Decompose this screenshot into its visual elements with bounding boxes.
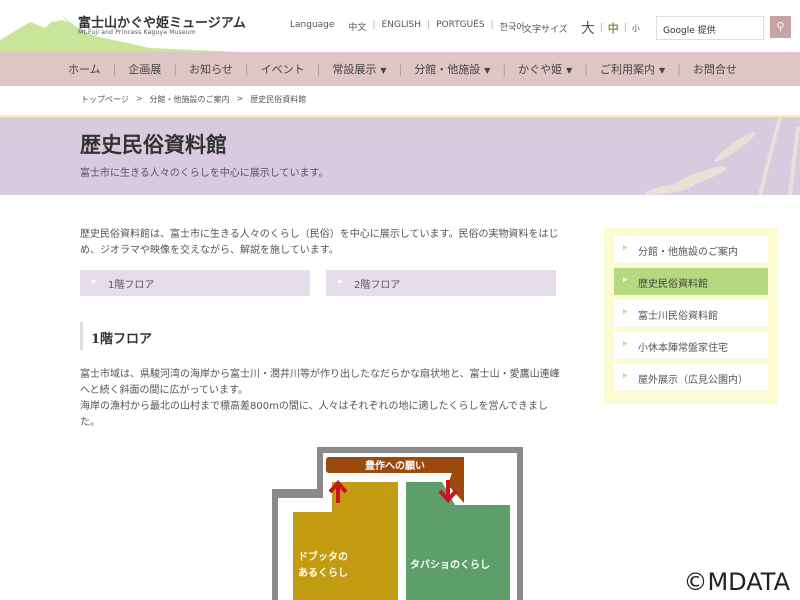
page-banner: 歴史民俗資料館 富士市に生きる人々のくらしを中心に展示しています。 [0,117,800,195]
search-icon: ⚲ [776,20,785,33]
nav-item[interactable]: お知らせ [177,61,245,77]
nav-item-label: 企画展 [128,63,162,76]
font-size-small[interactable]: 小 [632,23,640,34]
map-area-left [293,482,398,600]
floor-2-button[interactable]: 2階フロア [326,270,556,296]
section-paragraph-2: 海岸の漁村から最北の山村まで標高差800mの間に、人々はそれぞれの地に適したくら… [80,401,549,428]
nav-item-label: お問合せ [692,63,737,76]
nav-item-label: 常設展示 [332,63,377,76]
chevron-down-icon: ▼ [380,65,387,75]
font-size-medium[interactable]: 中 [608,20,619,36]
breadcrumb-facilities[interactable]: 分館・他施設のご案内 [150,94,230,105]
nav-item-label: ホーム [68,63,101,76]
nav-item-label: イベント [260,63,305,76]
map-label-top: 豊作への願い [365,459,425,472]
search-button[interactable]: ⚲ [770,16,791,38]
nav-item[interactable]: ホーム [56,61,113,77]
sidebar-item[interactable]: 富士川民俗資料館 [614,300,768,327]
font-size-label: 文字サイズ [523,24,568,35]
floor-map: 豊作への願い ドブッタの あるくらし タバショのくらし [272,447,523,600]
logo-subtitle: Mt.Fuji and Princess Kaguya Museum [78,29,196,36]
sidebar-item[interactable]: 小休本陣常盤家住宅 [614,332,768,359]
language-label: Language [290,20,335,30]
nav-item[interactable]: 企画展 [116,61,173,77]
font-size-switcher: 文字サイズ 大 | 中 | 小 [523,18,640,38]
breadcrumb-home[interactable]: トップページ [81,94,129,105]
page-subtitle: 富士市に生きる人々のくらしを中心に展示しています。 [80,168,329,179]
floor-1-button[interactable]: 1階フロア [80,270,310,296]
lang-chinese[interactable]: 中文 [348,20,366,33]
map-area-right [406,482,510,600]
search-input[interactable]: Google 提供 [656,16,764,40]
page-title: 歴史民俗資料館 [80,132,227,157]
nav-item-label: 分館・他施設 [414,63,481,76]
nav-item[interactable]: かぐや姫 ▼ [506,61,584,77]
intro-text: 歴史民俗資料館は、富士市に生きる人々のくらし（民俗）を中心に展示しています。民俗… [80,229,559,256]
nav-item-label: ご利用案内 [599,63,655,76]
main-nav: ホーム | 企画展 | お知らせ | イベント | 常設展示 ▼ | 分館・他施設 ▼ | かぐや姫 ▼ | ご利… [0,52,800,86]
map-label-left-1: ドブッタの [298,550,348,563]
language-switcher: Language 中文 | ENGLISH | PORTGUÊS | 한국어 [290,20,525,33]
lang-korean[interactable]: 한국어 [500,20,525,33]
nav-item[interactable]: 分館・他施設 ▼ [402,61,502,77]
nav-item[interactable]: お問合せ [681,61,749,77]
nav-item[interactable]: イベント [249,61,317,77]
sidebar-item[interactable]: 歴史民俗資料館 [614,268,768,295]
section-text: 富士市域は、県駿河湾の海岸から富士川・潤井川等が作り出したなだらかな扇状地と、富… [80,367,560,431]
sidebar-menu: 分館・他施設のご案内歴史民俗資料館富士川民俗資料館小休本陣常盤家住宅屋外展示（広… [604,228,778,404]
section-paragraph-1: 富士市域は、県駿河湾の海岸から富士川・潤井川等が作り出したなだらかな扇状地と、富… [80,369,560,396]
lang-portuguese[interactable]: PORTGUÊS [436,20,485,33]
lang-english[interactable]: ENGLISH [381,20,421,33]
nav-item[interactable]: 常設展示 ▼ [320,61,398,77]
breadcrumb-current: 歴史民俗資料館 [250,95,307,104]
chevron-down-icon: ▼ [484,65,491,75]
watermark: ©MDATA [683,568,790,596]
chevron-down-icon: ▼ [658,65,666,75]
sidebar-item[interactable]: 分館・他施設のご案内 [614,236,768,263]
bamboo-decoration [645,117,800,195]
chevron-down-icon: ▼ [566,65,573,75]
nav-item-label: お知らせ [189,63,233,76]
font-size-large[interactable]: 大 [581,18,595,38]
site-header: 富士山かぐや姫ミュージアム Mt.Fuji and Princess Kaguy… [0,0,800,52]
breadcrumb: トップページ > 分館・他施設のご案内 > 歴史民俗資料館 [81,94,307,105]
sidebar-item[interactable]: 屋外展示（広見公園内） [614,364,768,391]
map-label-left-2: あるくらし [298,566,348,579]
nav-item-label: かぐや姫 [518,63,563,76]
map-label-right: タバショのくらし [410,559,490,571]
section-heading: 1階フロア [80,322,152,350]
nav-item[interactable]: ご利用案内 ▼ [588,61,677,77]
